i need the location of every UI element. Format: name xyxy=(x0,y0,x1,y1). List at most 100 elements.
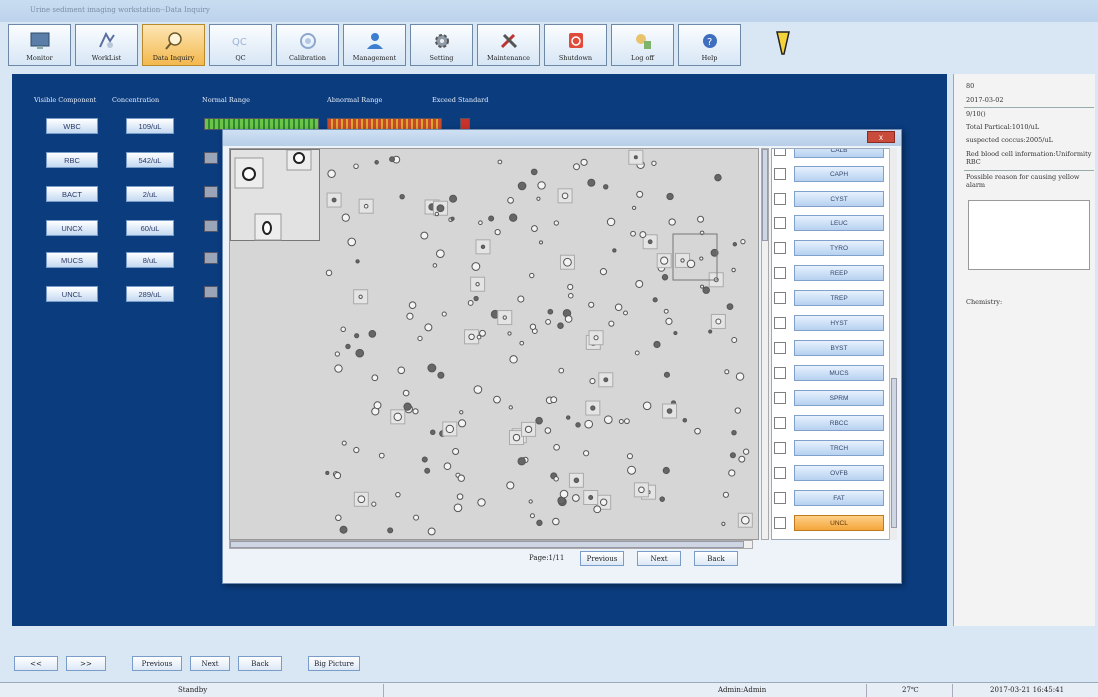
particle xyxy=(553,476,559,482)
image-horizontal-scrollbar[interactable] xyxy=(229,540,753,549)
particle xyxy=(721,521,726,526)
component-button[interactable]: BYST xyxy=(794,340,884,356)
particle xyxy=(735,372,745,381)
component-button[interactable]: TRCH xyxy=(794,440,884,456)
component-checkbox[interactable] xyxy=(774,317,786,329)
big-picture-button[interactable]: Big Picture xyxy=(308,656,360,671)
particle xyxy=(661,274,669,281)
component-checkbox[interactable] xyxy=(774,417,786,429)
component-button[interactable]: CAPH xyxy=(794,166,884,182)
divider xyxy=(866,684,867,697)
toolbar-label: Management xyxy=(352,54,397,62)
component-button-selected[interactable]: UNCL xyxy=(794,515,884,531)
component-checkbox[interactable] xyxy=(774,342,786,354)
particle xyxy=(715,318,722,325)
component-checkbox[interactable] xyxy=(774,193,786,205)
first-record-button[interactable]: << xyxy=(14,656,58,671)
toolbar-setting-button[interactable]: Setting xyxy=(410,24,473,66)
toolbar-qc-button[interactable]: QC QC xyxy=(209,24,272,66)
toolbar-monitor-button[interactable]: Monitor xyxy=(8,24,71,66)
last-record-button[interactable]: >> xyxy=(66,656,106,671)
component-button[interactable]: TYRO xyxy=(794,240,884,256)
component-checkbox[interactable] xyxy=(774,367,786,379)
particle xyxy=(449,194,458,203)
component-checkbox[interactable] xyxy=(774,267,786,279)
component-checkbox[interactable] xyxy=(774,517,786,529)
particle xyxy=(456,493,464,500)
close-icon: x xyxy=(879,132,883,142)
particle xyxy=(473,295,479,302)
monitor-icon xyxy=(29,31,51,51)
particle xyxy=(358,294,363,299)
app-window: { "window_title": "Urine sediment imagin… xyxy=(0,0,1098,697)
alarm-notes-box[interactable] xyxy=(968,200,1090,270)
list-item: TRCH xyxy=(772,439,888,457)
component-button[interactable]: CYST xyxy=(794,191,884,207)
component-button[interactable]: HYST xyxy=(794,315,884,331)
particle xyxy=(665,317,673,325)
component-checkbox[interactable] xyxy=(774,392,786,404)
component-button[interactable]: REEP xyxy=(794,265,884,281)
alarm-indicator-icon[interactable] xyxy=(774,30,792,56)
component-checkbox[interactable] xyxy=(774,442,786,454)
component-checkbox[interactable] xyxy=(774,217,786,229)
toolbar-maintenance-button[interactable]: Maintenance xyxy=(477,24,540,66)
next-page-button[interactable]: Next xyxy=(637,551,681,566)
particle xyxy=(565,415,571,420)
particle xyxy=(722,491,729,498)
image-vertical-scrollbar[interactable] xyxy=(761,148,769,540)
back-to-list-button[interactable]: Back xyxy=(238,656,282,671)
gear-icon xyxy=(431,31,453,51)
toolbar-logoff-button[interactable]: Log off xyxy=(611,24,674,66)
particle xyxy=(497,159,503,165)
toolbar-calibration-button[interactable]: Calibration xyxy=(276,24,339,66)
back-button[interactable]: Back xyxy=(694,551,738,566)
particle xyxy=(341,440,347,446)
toolbar-data-inquiry-button[interactable]: Data Inquiry xyxy=(142,24,205,66)
component-button[interactable]: RBC xyxy=(46,152,98,168)
component-button[interactable]: UNCX xyxy=(46,220,98,236)
particle xyxy=(682,418,688,423)
close-button[interactable]: x xyxy=(867,131,895,143)
component-button[interactable]: FAT xyxy=(794,490,884,506)
particle xyxy=(531,225,538,232)
component-button[interactable]: LEUC xyxy=(794,215,884,231)
component-checkbox[interactable] xyxy=(774,292,786,304)
particle xyxy=(740,239,746,245)
component-button[interactable]: WBC xyxy=(46,118,98,134)
microscope-image[interactable] xyxy=(229,148,759,540)
suspected-coccus: suspected coccus:2005/uL xyxy=(966,136,1053,144)
component-button[interactable]: MUCS xyxy=(46,252,98,268)
particle xyxy=(634,350,640,356)
toolbar-worklist-button[interactable]: WorkList xyxy=(75,24,138,66)
previous-page-button[interactable]: Previous xyxy=(580,551,624,566)
component-button[interactable]: MUCS xyxy=(794,365,884,381)
component-checkbox[interactable] xyxy=(774,492,786,504)
component-button[interactable]: BACT xyxy=(46,186,98,202)
component-button[interactable]: CALB xyxy=(794,149,884,158)
component-checkbox[interactable] xyxy=(774,467,786,479)
toolbar-help-button[interactable]: ? Help xyxy=(678,24,741,66)
divider xyxy=(964,107,1094,108)
component-checkbox[interactable] xyxy=(774,149,786,156)
next-record-button[interactable]: Next xyxy=(190,656,230,671)
calibration-icon xyxy=(297,31,319,51)
toolbar-management-button[interactable]: Management xyxy=(343,24,406,66)
component-button[interactable]: UNCL xyxy=(46,286,98,302)
previous-record-button[interactable]: Previous xyxy=(132,656,182,671)
component-button[interactable]: TREP xyxy=(794,290,884,306)
toolbar-shutdown-button[interactable]: Shutdown xyxy=(544,24,607,66)
particle xyxy=(467,300,474,306)
component-checkbox[interactable] xyxy=(774,168,786,180)
component-button[interactable]: RBCC xyxy=(794,415,884,431)
particle xyxy=(524,425,533,434)
component-button[interactable]: SPRM xyxy=(794,390,884,406)
particle xyxy=(445,424,454,434)
component-button[interactable]: OVFB xyxy=(794,465,884,481)
particle xyxy=(673,331,678,336)
concentration-value: 289/uL xyxy=(126,286,174,302)
component-checkbox[interactable] xyxy=(774,242,786,254)
particle xyxy=(355,259,360,264)
list-vertical-scrollbar[interactable] xyxy=(889,148,897,540)
particle xyxy=(457,419,467,428)
